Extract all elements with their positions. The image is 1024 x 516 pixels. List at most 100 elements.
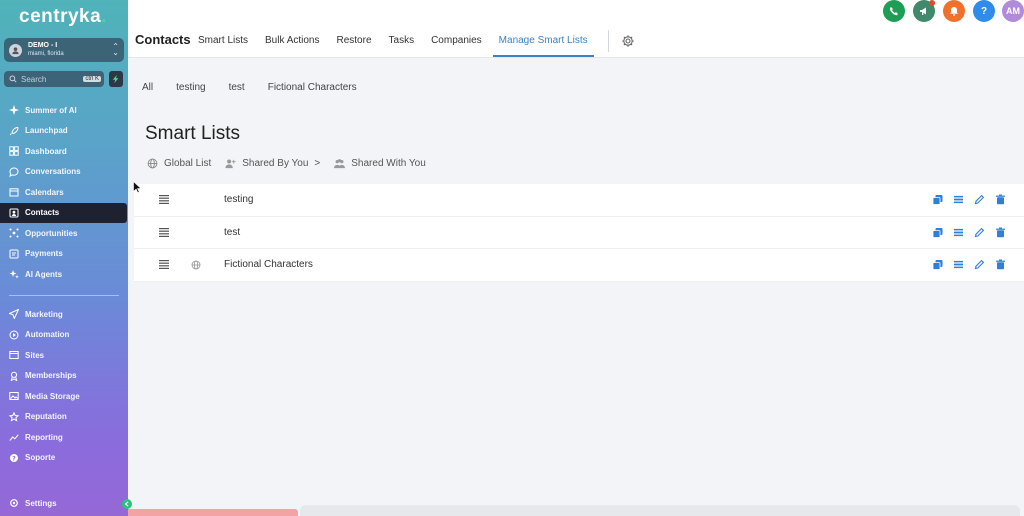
copy-icon[interactable] (931, 194, 943, 206)
send-icon (9, 309, 19, 320)
sidebar-item-label: Summer of AI (25, 105, 77, 115)
sidebar-item-calendars[interactable]: Calendars (0, 182, 128, 203)
sidebar-item-label: Soporte (25, 453, 56, 463)
bolt-icon (112, 75, 119, 83)
calendar-icon (9, 187, 19, 197)
sidebar-item-marketing[interactable]: Marketing (0, 304, 128, 325)
globe-icon (147, 158, 158, 169)
sidebar-item-automation[interactable]: Automation (0, 325, 128, 346)
notification-dot (929, 0, 935, 6)
sidebar-item-media-storage[interactable]: Media Storage (0, 386, 128, 407)
scope-label: Global List (164, 158, 212, 169)
sidebar-item-soporte[interactable]: ? Soporte (0, 448, 128, 469)
account-name: DEMO - I (28, 42, 58, 49)
table-row[interactable]: test (134, 217, 1024, 249)
automation-icon (9, 330, 19, 340)
scope-label: Shared By You (242, 158, 309, 169)
opportunities-icon (9, 228, 19, 238)
sidebar-nav-main: Summer of AI Launchpad Dashboard Conversati… (0, 100, 128, 285)
delete-icon[interactable] (994, 226, 1006, 238)
smart-list-name[interactable]: Fictional Characters (224, 259, 313, 270)
table-row[interactable]: Fictional Characters (134, 249, 1024, 282)
row-actions (922, 194, 1006, 206)
sidebar-item-settings[interactable]: Settings (0, 493, 128, 514)
sidebar-item-label: Dashboard (25, 146, 67, 156)
settings-gear-icon[interactable] (621, 34, 635, 48)
tab-tasks[interactable]: Tasks (389, 35, 415, 57)
filter-fictional-characters[interactable]: Fictional Characters (268, 82, 357, 93)
help-icon[interactable]: ? (973, 0, 995, 22)
bell-icon[interactable] (943, 0, 965, 22)
sidebar-item-ai-agents[interactable]: AI Agents (0, 264, 128, 285)
sidebar-item-dashboard[interactable]: Dashboard (0, 141, 128, 162)
tab-bulk-actions[interactable]: Bulk Actions (265, 35, 319, 57)
dashboard-icon (9, 146, 19, 156)
sidebar-item-label: Marketing (25, 309, 63, 319)
table-row[interactable]: testing (134, 184, 1024, 217)
sidebar: centryka. DEMO - I miami, florida ⌃ ⌄ Sea… (0, 0, 132, 516)
chevron-up-down-icon: ⌃ ⌄ (112, 42, 119, 57)
filter-testing[interactable]: testing (176, 82, 205, 93)
list-icon[interactable] (952, 226, 964, 238)
drag-handle-icon[interactable] (159, 227, 169, 237)
globe-icon (191, 260, 201, 270)
sidebar-item-summer-of-ai[interactable]: Summer of AI (0, 100, 128, 121)
sidebar-item-payments[interactable]: Payments (0, 244, 128, 265)
sidebar-item-memberships[interactable]: Memberships (0, 366, 128, 387)
contacts-icon (9, 208, 19, 218)
edit-icon[interactable] (973, 259, 985, 271)
user-plus-icon (225, 159, 236, 169)
sidebar-item-label: Media Storage (25, 391, 80, 401)
bottom-scroll-bar[interactable] (300, 505, 1020, 516)
mouse-cursor-icon (133, 181, 141, 193)
sidebar-item-label: Opportunities (25, 228, 78, 238)
sidebar-item-opportunities[interactable]: Opportunities (0, 223, 128, 244)
tab-restore[interactable]: Restore (337, 35, 372, 57)
account-location: miami, florida (28, 51, 64, 57)
smart-lists-table: testing test Fictional Characters (134, 184, 1024, 282)
sparkle-icon (9, 105, 19, 116)
sidebar-item-contacts[interactable]: Contacts (0, 202, 127, 223)
sidebar-item-reputation[interactable]: Reputation (0, 407, 128, 428)
list-icon[interactable] (952, 194, 964, 206)
copy-icon[interactable] (931, 259, 943, 271)
sidebar-settings: Settings (0, 493, 128, 514)
megaphone-icon[interactable] (913, 0, 935, 22)
delete-icon[interactable] (994, 194, 1006, 206)
edit-icon[interactable] (973, 194, 985, 206)
drag-handle-icon[interactable] (159, 195, 169, 205)
tab-companies[interactable]: Companies (431, 35, 482, 57)
quick-add-button[interactable] (109, 71, 123, 87)
filter-test[interactable]: test (229, 82, 245, 93)
tab-manage-smart-lists[interactable]: Manage Smart Lists (492, 35, 594, 57)
row-actions (922, 226, 1006, 238)
sidebar-item-reporting[interactable]: Reporting (0, 427, 128, 448)
page-title: Contacts (135, 32, 191, 47)
copy-icon[interactable] (931, 226, 943, 238)
delete-icon[interactable] (994, 259, 1006, 271)
sidebar-item-label: Reputation (25, 412, 67, 422)
list-icon[interactable] (952, 259, 964, 271)
scope-shared-with-you: Shared With You (334, 158, 426, 169)
sidebar-item-sites[interactable]: Sites (0, 345, 128, 366)
list-scope-legend: Global List Shared By You > Shared With … (147, 158, 440, 169)
drag-handle-icon[interactable] (159, 260, 169, 270)
sidebar-item-launchpad[interactable]: Launchpad (0, 121, 128, 142)
account-avatar-icon (9, 43, 22, 57)
smart-list-name[interactable]: test (224, 227, 240, 238)
brand-logo[interactable]: centryka. (19, 6, 107, 28)
sidebar-collapse-button[interactable] (122, 499, 132, 509)
scope-shared-by-you: Shared By You > (225, 158, 320, 169)
edit-icon[interactable] (973, 226, 985, 238)
smart-list-name[interactable]: testing (224, 194, 253, 205)
sidebar-divider (9, 295, 119, 296)
phone-icon[interactable] (883, 0, 905, 22)
account-switcher[interactable]: DEMO - I miami, florida ⌃ ⌄ (4, 38, 124, 62)
search-shortcut: ctrl K (83, 76, 101, 82)
sidebar-item-label: Contacts (25, 208, 60, 218)
sidebar-search[interactable]: Search ctrl K (4, 71, 104, 87)
sidebar-item-conversations[interactable]: Conversations (0, 162, 128, 183)
tab-smart-lists[interactable]: Smart Lists (198, 35, 248, 57)
avatar[interactable]: AM (1002, 0, 1024, 22)
filter-all[interactable]: All (142, 82, 153, 93)
